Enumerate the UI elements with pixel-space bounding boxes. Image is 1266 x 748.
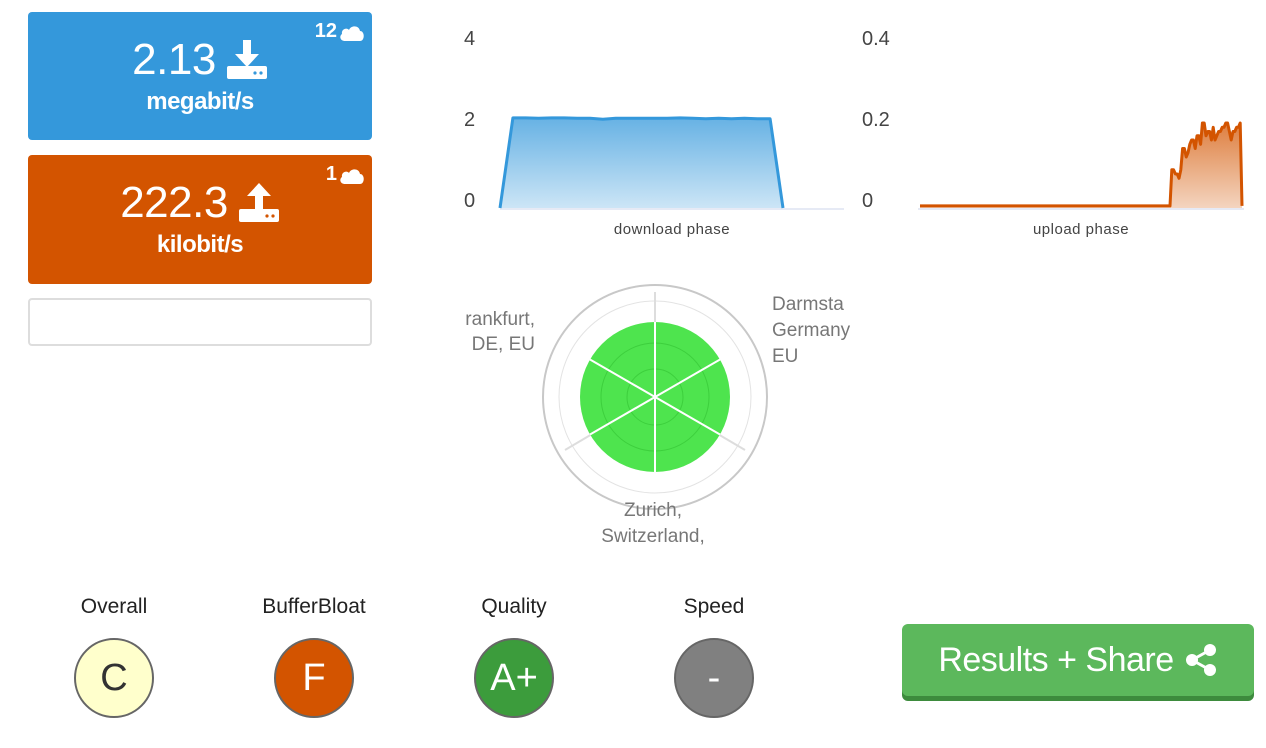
- grade-badge[interactable]: C: [74, 638, 154, 718]
- grade-badge[interactable]: -: [674, 638, 754, 718]
- download-icon: [226, 40, 267, 79]
- grade-speed: Speed -: [644, 594, 784, 718]
- radar-label-frankfurt: rankfurt,: [465, 309, 535, 330]
- share-icon: [1185, 644, 1216, 676]
- upload-speed-tile: 1 222.3 kilobit/s: [28, 155, 372, 284]
- grade-quality: Quality A+: [444, 594, 584, 718]
- grade-title: Quality: [481, 595, 547, 618]
- download-phase-chart: 4 2 0 download phase: [460, 20, 850, 250]
- upload-icon: [238, 183, 279, 222]
- upload-phase-chart: 0.4 0.2 0 upload phase: [862, 20, 1252, 250]
- results-share-label: Results + Share: [938, 640, 1174, 679]
- radar-label-zurich-2: Switzerland,: [601, 526, 705, 547]
- series-area: [500, 117, 783, 208]
- y-tick-label: 0.2: [862, 109, 890, 131]
- y-tick-label: 2: [464, 109, 475, 131]
- upload-speed-unit: kilobit/s: [156, 231, 244, 258]
- grade-overall: Overall C: [44, 594, 184, 718]
- results-share-button[interactable]: Results + Share: [902, 624, 1254, 696]
- radar-label-frankfurt-2: DE, EU: [472, 334, 535, 355]
- server-radar-chart: rankfurt, DE, EU Darmsta Germany EU Zuri…: [465, 284, 851, 547]
- download-speed-unit: megabit/s: [146, 88, 254, 115]
- y-tick-label: 4: [464, 28, 475, 50]
- y-tick-label: 0: [862, 190, 873, 212]
- upload-series: [920, 121, 1244, 208]
- radar-label-darmstadt-2: Germany: [772, 320, 851, 341]
- radar-label-zurich: Zurich,: [624, 500, 682, 521]
- series-area: [920, 123, 1242, 208]
- grade-bufferbloat: BufferBloat F: [244, 594, 384, 718]
- radar-label-darmstadt-3: EU: [772, 346, 798, 367]
- radar-label-darmstadt: Darmsta: [772, 294, 844, 315]
- upload-speed-value: 222.3: [120, 178, 228, 227]
- grade-badge[interactable]: F: [274, 638, 354, 718]
- grade-title: Speed: [683, 595, 745, 618]
- grade-title: Overall: [80, 595, 148, 618]
- grade-badge[interactable]: A+: [474, 638, 554, 718]
- y-tick-label: 0: [464, 190, 475, 212]
- grade-title: BufferBloat: [262, 595, 366, 618]
- download-speed-tile: 12 2.13 megabit/s: [28, 12, 372, 140]
- download-speed-value: 2.13: [132, 35, 216, 84]
- download-series: [498, 116, 785, 209]
- upload-phase-label: upload phase: [1033, 221, 1129, 238]
- result-text-box[interactable]: [28, 298, 372, 346]
- download-phase-label: download phase: [614, 221, 730, 238]
- y-tick-label: 0.4: [862, 28, 890, 50]
